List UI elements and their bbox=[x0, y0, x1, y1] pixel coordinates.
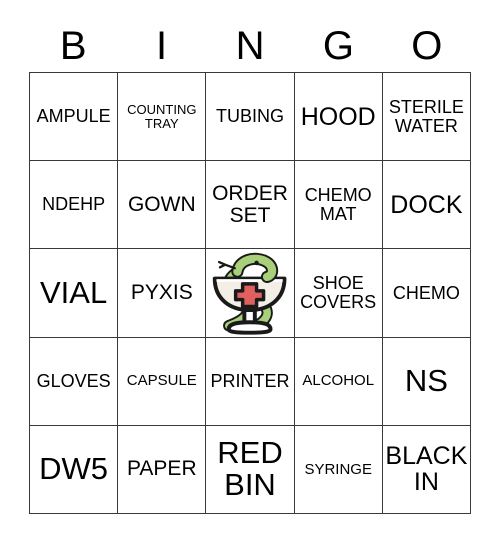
bingo-cell-label: STERILE WATER bbox=[388, 96, 464, 136]
bingo-cell-label: VIAL bbox=[39, 274, 108, 310]
bingo-cell-label: GOWN bbox=[127, 192, 196, 216]
bingo-cell-label: CHEMO MAT bbox=[304, 185, 372, 224]
bingo-cell-ampule[interactable]: AMPULE bbox=[30, 73, 119, 162]
bingo-cell-chemo-mat[interactable]: CHEMO MAT bbox=[294, 161, 383, 250]
bingo-cell-label: DW5 bbox=[39, 451, 109, 487]
header-letter-o: O bbox=[411, 24, 443, 68]
bingo-cell-pyxis[interactable]: PYXIS bbox=[118, 249, 207, 338]
header-letter-b: B bbox=[59, 24, 87, 68]
bingo-cell-label: SYRINGE bbox=[304, 460, 372, 478]
bingo-cell-label: BLACK IN bbox=[385, 442, 468, 497]
bingo-cell-label: PRINTER bbox=[210, 370, 290, 391]
bingo-cell-hood[interactable]: HOOD bbox=[294, 73, 383, 162]
bingo-cell-label: DOCK bbox=[390, 190, 463, 219]
bingo-cell-alcohol[interactable]: ALCOHOL bbox=[294, 337, 383, 426]
bingo-cell-order-set[interactable]: ORDER SET bbox=[206, 161, 295, 250]
bingo-cell-label: CHEMO bbox=[392, 282, 460, 303]
bingo-cell-gloves[interactable]: GLOVES bbox=[30, 337, 119, 426]
bingo-grid: AMPULE COUNTING TRAY TUBING HOOD STERILE WAT… bbox=[29, 72, 471, 514]
bingo-cell-label: ORDER SET bbox=[212, 181, 288, 227]
bingo-cell-label: HOOD bbox=[300, 102, 376, 131]
bingo-cell-shoe-covers[interactable]: SHOE COVERS bbox=[294, 249, 383, 338]
bingo-cell-label: RED BIN bbox=[217, 435, 283, 503]
bingo-cell-counting-tray[interactable]: COUNTING TRAY bbox=[118, 73, 207, 162]
header-letter-g: G bbox=[322, 24, 354, 68]
bingo-cell-label: AMPULE bbox=[36, 106, 111, 127]
bingo-card: B I N G O AMPULE COUNTING TRAY TUBING HOOD S… bbox=[0, 0, 500, 544]
bowl-of-hygieia-icon bbox=[213, 253, 287, 336]
bingo-cell-paper[interactable]: PAPER bbox=[118, 425, 207, 514]
bingo-cell-label: PYXIS bbox=[130, 281, 193, 305]
bingo-cell-dw5[interactable]: DW5 bbox=[30, 425, 119, 514]
bingo-cell-label: CAPSULE bbox=[126, 372, 197, 390]
bingo-cell-label: PAPER bbox=[126, 457, 197, 481]
bingo-cell-syringe[interactable]: SYRINGE bbox=[294, 425, 383, 514]
bingo-cell-label: SHOE COVERS bbox=[300, 273, 377, 312]
bingo-cell-label: GLOVES bbox=[36, 370, 111, 391]
bingo-cell-ndehp[interactable]: NDEHP bbox=[30, 161, 119, 250]
bingo-cell-red-bin[interactable]: RED BIN bbox=[206, 425, 295, 514]
bingo-header-row: B I N G O bbox=[29, 20, 471, 72]
bingo-cell-label: NDEHP bbox=[42, 194, 106, 215]
bingo-cell-capsule[interactable]: CAPSULE bbox=[118, 337, 207, 426]
bingo-cell-tubing[interactable]: TUBING bbox=[206, 73, 295, 162]
bingo-cell-label: TUBING bbox=[215, 106, 284, 127]
bingo-cell-sterile-water[interactable]: STERILE WATER bbox=[382, 73, 471, 162]
bingo-cell-free-space[interactable] bbox=[206, 249, 295, 338]
bingo-cell-vial[interactable]: VIAL bbox=[30, 249, 119, 338]
bingo-cell-label: ALCOHOL bbox=[302, 372, 375, 390]
bingo-cell-label: NS bbox=[404, 363, 448, 399]
bingo-cell-label: COUNTING TRAY bbox=[127, 102, 197, 131]
bingo-cell-chemo[interactable]: CHEMO bbox=[382, 249, 471, 338]
bingo-cell-printer[interactable]: PRINTER bbox=[206, 337, 295, 426]
header-letter-i: I bbox=[156, 24, 168, 68]
bingo-cell-gown[interactable]: GOWN bbox=[118, 161, 207, 250]
bingo-cell-ns[interactable]: NS bbox=[382, 337, 471, 426]
bingo-cell-black-in[interactable]: BLACK IN bbox=[382, 425, 471, 514]
bingo-cell-dock[interactable]: DOCK bbox=[382, 161, 471, 250]
header-letter-n: N bbox=[235, 24, 265, 68]
